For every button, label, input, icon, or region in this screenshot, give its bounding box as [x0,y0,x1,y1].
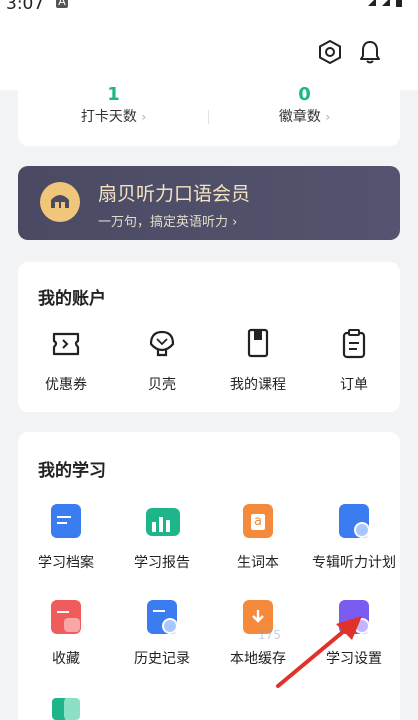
item-label: 贝壳 [148,377,176,393]
order-clipboard-icon [342,329,366,359]
my-courses-item[interactable]: 我的课程 [210,326,306,406]
stat-label: 打卡天数 › [80,109,147,125]
listening-plan-item[interactable]: 专辑听力计划 [306,504,402,584]
membership-banner[interactable]: 扇贝听力口语会员 一万句，搞定英语听力 › [18,166,400,240]
coupon-item[interactable]: 优惠券 [18,326,114,406]
report-chart-icon [146,504,180,540]
status-bar: 3:07 A [0,0,418,18]
app-notification-icon: A [56,0,68,8]
checkin-days-stat[interactable]: 1 打卡天数 › [18,84,209,146]
vocabulary-item[interactable]: a 生词本 [210,504,306,584]
shell-item[interactable]: 贝壳 [114,326,210,406]
my-account-card: 我的账户 优惠券 贝壳 我的课程 订单 [18,262,400,412]
header [0,18,418,90]
stat-value: 1 [107,84,120,105]
section-title: 我的学习 [38,461,106,481]
shell-icon [149,330,175,357]
item-label: 学习报告 [134,555,190,571]
status-time: 3:07 [6,0,45,14]
listening-plan-icon [338,504,370,540]
favorites-icon [50,600,82,636]
hexagon-settings-icon[interactable] [316,38,344,66]
signal-battery-icon [368,0,402,7]
book-icon [247,328,269,358]
membership-subtitle: 一万句，搞定英语听力 › [98,215,238,230]
item-label: 我的课程 [230,377,286,393]
item-label: 专辑听力计划 [312,555,396,571]
chevron-right-icon: › [325,110,331,124]
item-label: 学习档案 [38,555,94,571]
badges-stat[interactable]: 0 徽章数 › [209,84,400,146]
coupon-icon [52,332,80,356]
item-label: 订单 [340,377,368,393]
shell-logo-icon [40,182,80,222]
favorites-item[interactable]: 收藏 [18,600,114,680]
history-item[interactable]: 历史记录 [114,600,210,680]
study-report-item[interactable]: 学习报告 [114,504,210,584]
history-icon [146,600,178,636]
item-label: 优惠券 [45,377,87,393]
item-label: 历史记录 [134,651,190,667]
orders-item[interactable]: 订单 [306,326,402,406]
item-label: 生词本 [237,555,279,571]
stats-card: 1 打卡天数 › 0 徽章数 › [18,84,400,146]
membership-title: 扇贝听力口语会员 [98,183,251,205]
item-label: 收藏 [52,651,80,667]
annotation-arrow-icon [276,616,362,688]
stat-value: 0 [298,84,311,105]
section-title: 我的账户 [38,289,106,309]
stat-label: 徽章数 › [278,109,331,125]
vocabulary-book-icon: a [242,504,274,540]
bell-icon[interactable] [356,38,384,66]
chevron-right-icon: › [141,110,147,124]
study-archive-item[interactable]: 学习档案 [18,504,114,584]
partial-study-icon [52,694,82,720]
archive-icon [50,504,82,540]
